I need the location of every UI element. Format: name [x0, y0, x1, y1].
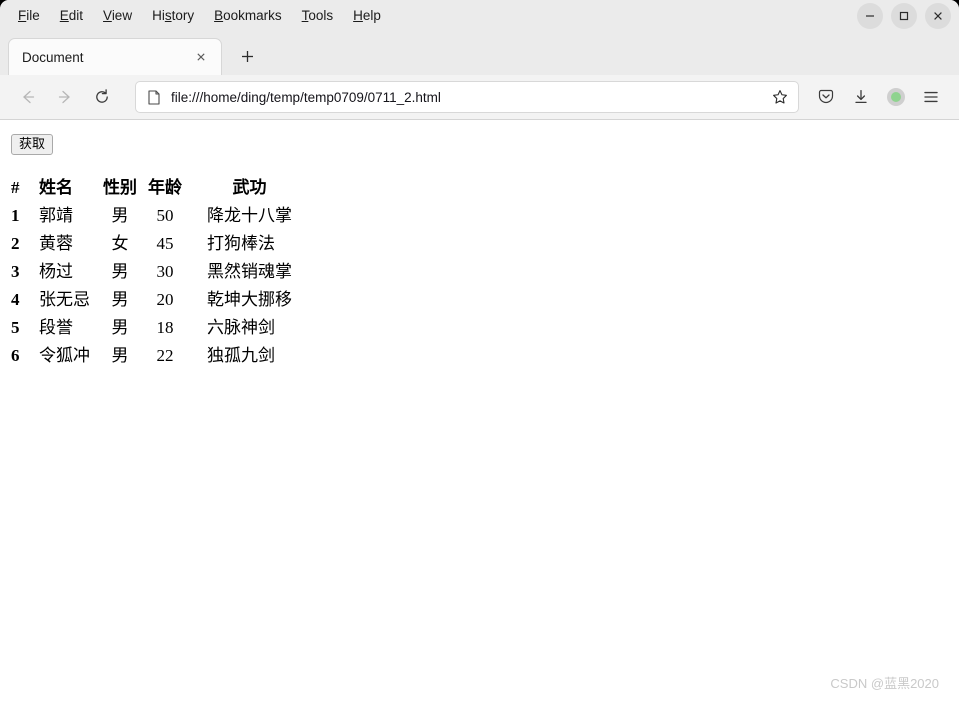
cell-skill: 独孤九剑: [207, 346, 275, 365]
pocket-icon: [818, 89, 834, 104]
forward-button[interactable]: [49, 81, 81, 113]
fetch-button[interactable]: 获取: [11, 134, 54, 156]
account-button[interactable]: [880, 81, 912, 113]
header-index: #: [11, 178, 20, 197]
arrow-left-icon: [23, 90, 35, 104]
table-row: 2 黄蓉 女 45 打狗棒法: [11, 230, 292, 258]
reload-icon: [96, 89, 108, 103]
cell-age: 22: [156, 346, 174, 365]
close-icon: [934, 12, 942, 20]
cell-skill: 打狗棒法: [207, 234, 275, 253]
menu-item-bookmarks[interactable]: Bookmarks: [204, 6, 292, 26]
navigation-toolbar: file:///home/ding/temp/temp0709/0711_2.h…: [0, 75, 959, 120]
tab-document[interactable]: Document: [8, 38, 222, 75]
tab-close-icon[interactable]: [191, 47, 211, 67]
header-skill: 武功: [232, 178, 267, 197]
cell-index: 4: [11, 290, 20, 309]
reload-button[interactable]: [86, 81, 118, 113]
table-row: 5 段誉 男 18 六脉神剑: [11, 314, 292, 342]
cell-name: 郭靖: [39, 206, 73, 225]
app-menu-button[interactable]: [915, 81, 947, 113]
cell-gender: 男: [111, 290, 129, 309]
cell-gender: 男: [111, 206, 129, 225]
tab-title: Document: [22, 49, 84, 65]
cell-gender: 女: [111, 234, 129, 253]
new-tab-button[interactable]: [232, 41, 262, 71]
arrow-right-icon: [58, 90, 70, 104]
window-controls: [857, 0, 951, 32]
menu-item-tools[interactable]: Tools: [292, 6, 344, 26]
avatar: [887, 88, 905, 106]
table-head: # 姓名 性别 年龄 武功: [11, 174, 292, 202]
document-icon: [148, 89, 160, 105]
bookmark-star-icon[interactable]: [770, 87, 790, 107]
cell-age: 50: [156, 206, 174, 225]
cell-index: 6: [11, 346, 20, 365]
page-document-icon: [146, 89, 162, 105]
cell-skill: 降龙十八掌: [207, 206, 292, 225]
header-age: 年龄: [148, 178, 182, 197]
cell-name: 黄蓉: [39, 234, 73, 253]
menu-item-help[interactable]: Help: [343, 6, 391, 26]
cell-index: 3: [11, 262, 20, 281]
downloads-button[interactable]: [845, 81, 877, 113]
url-text: file:///home/ding/temp/temp0709/0711_2.h…: [171, 89, 441, 105]
table-row: 1 郭靖 男 50 降龙十八掌: [11, 202, 292, 230]
header-name: 姓名: [39, 178, 73, 197]
cell-index: 2: [11, 234, 20, 253]
menu-item-file[interactable]: File: [8, 6, 50, 26]
cell-index: 1: [11, 206, 20, 225]
cell-gender: 男: [111, 318, 129, 337]
header-gender: 性别: [103, 178, 137, 197]
plus-icon: [241, 50, 253, 62]
table-header-row: # 姓名 性别 年龄 武功: [11, 174, 292, 202]
table-row: 4 张无忌 男 20 乾坤大挪移: [11, 286, 292, 314]
cell-name: 杨过: [39, 262, 73, 281]
cell-skill: 黑然销魂掌: [207, 262, 292, 281]
pocket-button[interactable]: [810, 81, 842, 113]
menu-item-edit[interactable]: Edit: [50, 6, 93, 26]
menu-item-history[interactable]: History: [142, 6, 204, 26]
close-button[interactable]: [925, 3, 951, 29]
cell-age: 45: [156, 234, 174, 253]
cell-index: 5: [11, 318, 20, 337]
cell-gender: 男: [111, 262, 129, 281]
download-icon: [855, 89, 867, 104]
cell-name: 令狐冲: [39, 346, 90, 365]
star-icon: [773, 90, 787, 104]
back-button[interactable]: [12, 81, 44, 113]
browser-window: File Edit View History Bookmarks Tools H…: [0, 0, 959, 704]
maximize-icon: [899, 11, 909, 21]
cell-name: 张无忌: [39, 290, 90, 309]
avatar-status-dot: [891, 92, 901, 102]
hamburger-menu-icon: [924, 91, 938, 103]
minimize-icon: [866, 15, 874, 17]
watermark: CSDN @蓝黑2020: [830, 676, 939, 691]
cell-skill: 六脉神剑: [207, 318, 275, 337]
cell-gender: 男: [111, 346, 129, 365]
cell-age: 20: [156, 290, 174, 309]
cell-name: 段誉: [39, 318, 73, 337]
tab-strip: Document: [0, 32, 959, 75]
maximize-button[interactable]: [891, 3, 917, 29]
minimize-button[interactable]: [857, 3, 883, 29]
table-row: 6 令狐冲 男 22 独孤九剑: [11, 342, 292, 370]
menu-bar: File Edit View History Bookmarks Tools H…: [0, 0, 959, 32]
people-table: # 姓名 性别 年龄 武功 1 郭靖 男 50 降龙十八掌 2 黄蓉 女 45 …: [11, 174, 292, 370]
address-bar[interactable]: file:///home/ding/temp/temp0709/0711_2.h…: [135, 81, 799, 113]
table-body: 1 郭靖 男 50 降龙十八掌 2 黄蓉 女 45 打狗棒法 3 杨过 男 30…: [11, 202, 292, 370]
cell-age: 30: [156, 262, 174, 281]
close-icon: [197, 53, 205, 61]
page-content: 获取 # 姓名 性别 年龄 武功 1 郭靖 男 50 降龙十八掌 2 黄蓉 女 …: [0, 120, 959, 704]
cell-age: 18: [156, 318, 174, 337]
cell-skill: 乾坤大挪移: [207, 290, 292, 309]
menu-item-view[interactable]: View: [93, 6, 142, 26]
table-row: 3 杨过 男 30 黑然销魂掌: [11, 258, 292, 286]
